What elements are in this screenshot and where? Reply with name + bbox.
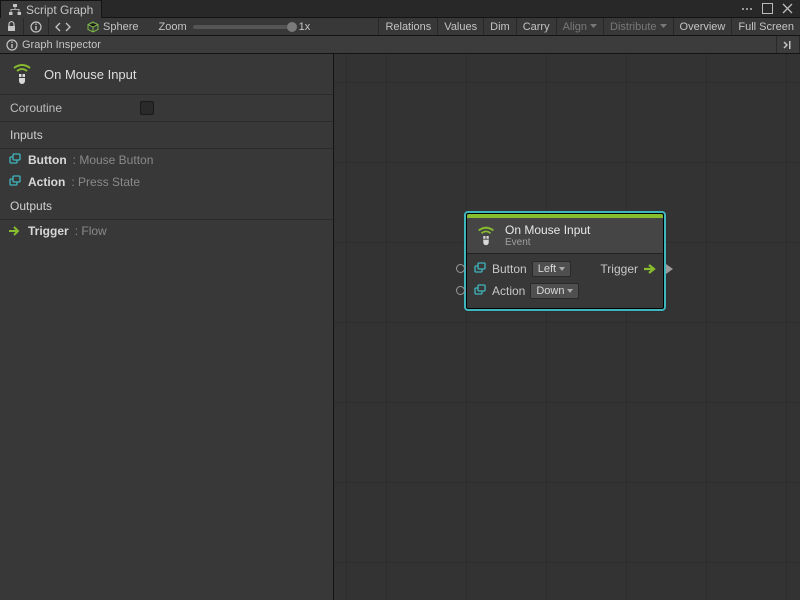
node-title: On Mouse Input [505,223,590,237]
flow-arrow-icon [8,224,22,238]
output-port-row: Trigger : Flow [0,220,333,242]
node-subtitle: Event [505,237,590,248]
input-port-row: Action : Press State [0,171,333,193]
zoom-handle[interactable] [287,22,297,32]
tab-script-graph[interactable]: Script Graph [0,0,102,18]
action-value: Down [536,285,564,297]
lock-button[interactable] [0,18,24,35]
collapse-inspector-button[interactable] [776,36,800,53]
values-button[interactable]: Values [437,18,483,35]
caret-down-icon [660,24,667,29]
node-button-label: Button [492,262,527,276]
distribute-button[interactable]: Distribute [603,18,672,35]
code-icon [55,21,71,33]
inspector-title: On Mouse Input [44,67,137,82]
object-name: Sphere [103,21,138,33]
output-name: Trigger [28,224,69,238]
tab-label: Script Graph [26,3,93,17]
input-name: Action [28,175,65,189]
caret-down-icon [590,24,597,29]
data-port-icon [473,262,487,276]
overview-button[interactable]: Overview [673,18,732,35]
caret-down-icon [567,289,573,293]
graph-inspector-panel: On Mouse Input Coroutine Inputs Button :… [0,54,334,600]
close-icon[interactable] [780,2,794,16]
info-icon [30,21,42,33]
code-button[interactable] [49,18,77,35]
input-port-button[interactable] [456,264,465,273]
button-dropdown[interactable]: Left [532,261,571,277]
fullscreen-button[interactable]: Full Screen [731,18,800,35]
object-icon [87,21,99,33]
data-port-icon [8,175,22,189]
lock-icon [6,21,17,32]
relations-button[interactable]: Relations [378,18,437,35]
hierarchy-icon [9,4,21,16]
input-type: Mouse Button [79,153,153,167]
data-port-icon [8,153,22,167]
carry-button[interactable]: Carry [516,18,556,35]
outputs-header: Outputs [0,193,333,220]
data-port-icon [473,284,487,298]
dim-button[interactable]: Dim [483,18,516,35]
align-button[interactable]: Align [556,18,603,35]
output-port-trigger[interactable] [666,264,673,274]
object-field[interactable]: Sphere [77,18,148,35]
node-action-label: Action [492,284,525,298]
zoom-label: Zoom [158,21,186,33]
mouse-event-icon [475,225,497,247]
node-on-mouse-input[interactable]: On Mouse Input Event Button Left T [466,213,664,309]
node-trigger-label: Trigger [600,262,638,276]
button-value: Left [538,263,556,275]
collapse-icon [780,40,796,50]
info-icon [6,39,18,51]
input-port-action[interactable] [456,286,465,295]
zoom-value: 1x [299,21,311,33]
graph-inspector-label: Graph Inspector [22,39,101,51]
inputs-header: Inputs [0,122,333,149]
graph-canvas[interactable]: On Mouse Input Event Button Left T [334,54,800,600]
input-type: Press State [78,175,140,189]
output-type: Flow [81,224,106,238]
input-name: Button [28,153,67,167]
mouse-event-icon [10,62,34,86]
zoom-slider[interactable] [193,25,293,29]
action-dropdown[interactable]: Down [530,283,579,299]
caret-down-icon [559,267,565,271]
window-menu-icon[interactable] [740,2,754,16]
coroutine-checkbox[interactable] [140,101,154,115]
info-button[interactable] [24,18,49,35]
maximize-icon[interactable] [760,2,774,16]
coroutine-label: Coroutine [10,101,140,115]
flow-arrow-icon [643,263,657,275]
input-port-row: Button : Mouse Button [0,149,333,171]
